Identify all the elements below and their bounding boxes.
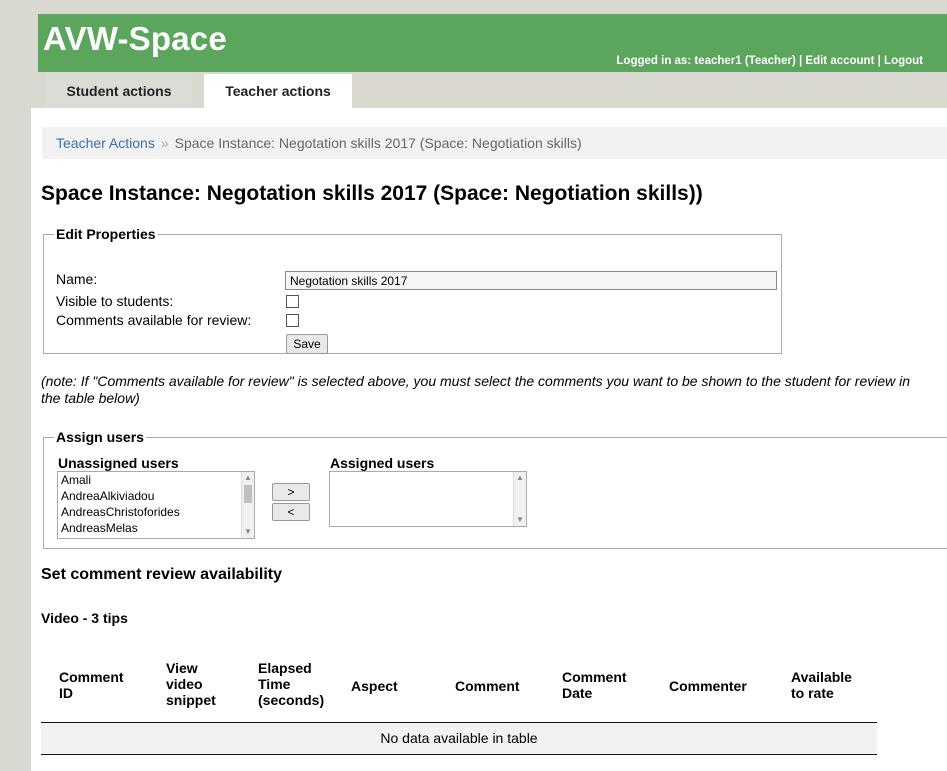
unassigned-users-list[interactable]: Amali AndreaAlkiviadou AndreasChristofor… (57, 471, 255, 539)
tab-teacher-actions[interactable]: Teacher actions (204, 74, 352, 108)
scroll-down-icon[interactable]: ▼ (242, 526, 254, 538)
assign-users-legend: Assign users (56, 429, 144, 445)
breadcrumb: Teacher Actions » Space Instance: Negotati… (42, 127, 947, 159)
column-header-available-to-rate[interactable]: Available to rate (791, 669, 852, 701)
name-label: Name: (56, 271, 98, 287)
scrollbar[interactable]: ▲ ▼ (241, 472, 254, 538)
column-header-comment[interactable]: Comment (455, 678, 520, 694)
scrollbar[interactable]: ▲ ▼ (513, 472, 526, 526)
page-title: Space Instance: Negotation skills 2017 (… (41, 182, 703, 205)
scroll-up-icon[interactable]: ▲ (514, 472, 526, 484)
edit-properties-legend: Edit Properties (56, 226, 156, 242)
assigned-users-list[interactable]: ▲ ▼ (329, 471, 527, 527)
comments-available-label: Comments available for review: (56, 312, 252, 328)
header-line: Comment (59, 669, 124, 685)
separator: | (877, 55, 881, 67)
name-input[interactable] (285, 271, 777, 290)
scroll-thumb[interactable] (244, 485, 252, 503)
breadcrumb-separator: » (160, 135, 169, 151)
user-info: Logged in as: teacher1 (Teacher) | Edit … (616, 55, 923, 67)
tab-student-actions[interactable]: Student actions (46, 74, 192, 108)
header-line: Elapsed (258, 660, 312, 676)
header-line: ID (59, 685, 73, 701)
breadcrumb-current: Space Instance: Negotation skills 2017 (… (174, 135, 582, 151)
edit-account-link[interactable]: Edit account (805, 55, 874, 67)
table-bottom-divider (41, 754, 877, 755)
breadcrumb-link-teacher-actions[interactable]: Teacher Actions (56, 135, 155, 151)
edit-properties-fieldset: Edit Properties Name: Visible to student… (43, 226, 782, 354)
header-bar: AVW-Space Logged in as: teacher1 (Teache… (38, 14, 947, 72)
logout-link[interactable]: Logout (884, 55, 923, 67)
list-item[interactable]: Amali (58, 472, 254, 488)
video-title: Video - 3 tips (41, 610, 128, 626)
visible-to-students-label: Visible to students: (56, 293, 174, 309)
app-logo[interactable]: AVW-Space (43, 20, 227, 58)
logged-in-label: Logged in as: teacher1 (Teacher) (616, 55, 796, 67)
assign-users-fieldset: Assign users Unassigned users Amali Andr… (43, 429, 947, 549)
header-line: Date (562, 685, 593, 701)
header-line: Comment (562, 669, 627, 685)
column-header-aspect[interactable]: Aspect (351, 678, 398, 694)
column-header-view-video-snippet[interactable]: View video snippet (166, 660, 216, 708)
column-header-comment-id[interactable]: Comment ID (59, 669, 124, 701)
list-item[interactable]: AndreaAlkiviadou (58, 488, 254, 504)
main-content: Teacher Actions » Space Instance: Negotati… (31, 108, 947, 771)
assigned-users-title: Assigned users (330, 455, 435, 471)
column-header-comment-date[interactable]: Comment Date (562, 669, 627, 701)
header-line: View (166, 660, 198, 676)
visible-to-students-checkbox[interactable] (286, 295, 299, 308)
column-header-elapsed-time[interactable]: Elapsed Time (seconds) (258, 660, 324, 708)
list-item[interactable]: AndreasMelas (58, 520, 254, 536)
unassigned-users-title: Unassigned users (58, 455, 179, 471)
column-header-commenter[interactable]: Commenter (669, 678, 747, 694)
scroll-up-icon[interactable]: ▲ (242, 472, 254, 484)
header-line: snippet (166, 692, 216, 708)
comments-available-checkbox[interactable] (286, 314, 299, 327)
header-line: (seconds) (258, 692, 325, 708)
table-empty-row: No data available in table (41, 723, 877, 754)
comment-review-title: Set comment review availability (41, 566, 282, 583)
header-line: Available (791, 669, 852, 685)
header-line: video (166, 676, 203, 692)
save-button[interactable]: Save (286, 334, 328, 354)
review-note: (note: If "Comments available for review… (41, 373, 911, 406)
header-line: to rate (791, 685, 834, 701)
separator: | (798, 55, 803, 67)
remove-user-button[interactable]: < (272, 503, 310, 521)
list-item[interactable]: AndreasChristoforides (58, 504, 254, 520)
add-user-button[interactable]: > (272, 483, 310, 501)
scroll-down-icon[interactable]: ▼ (514, 514, 526, 526)
header-line: Time (258, 676, 291, 692)
